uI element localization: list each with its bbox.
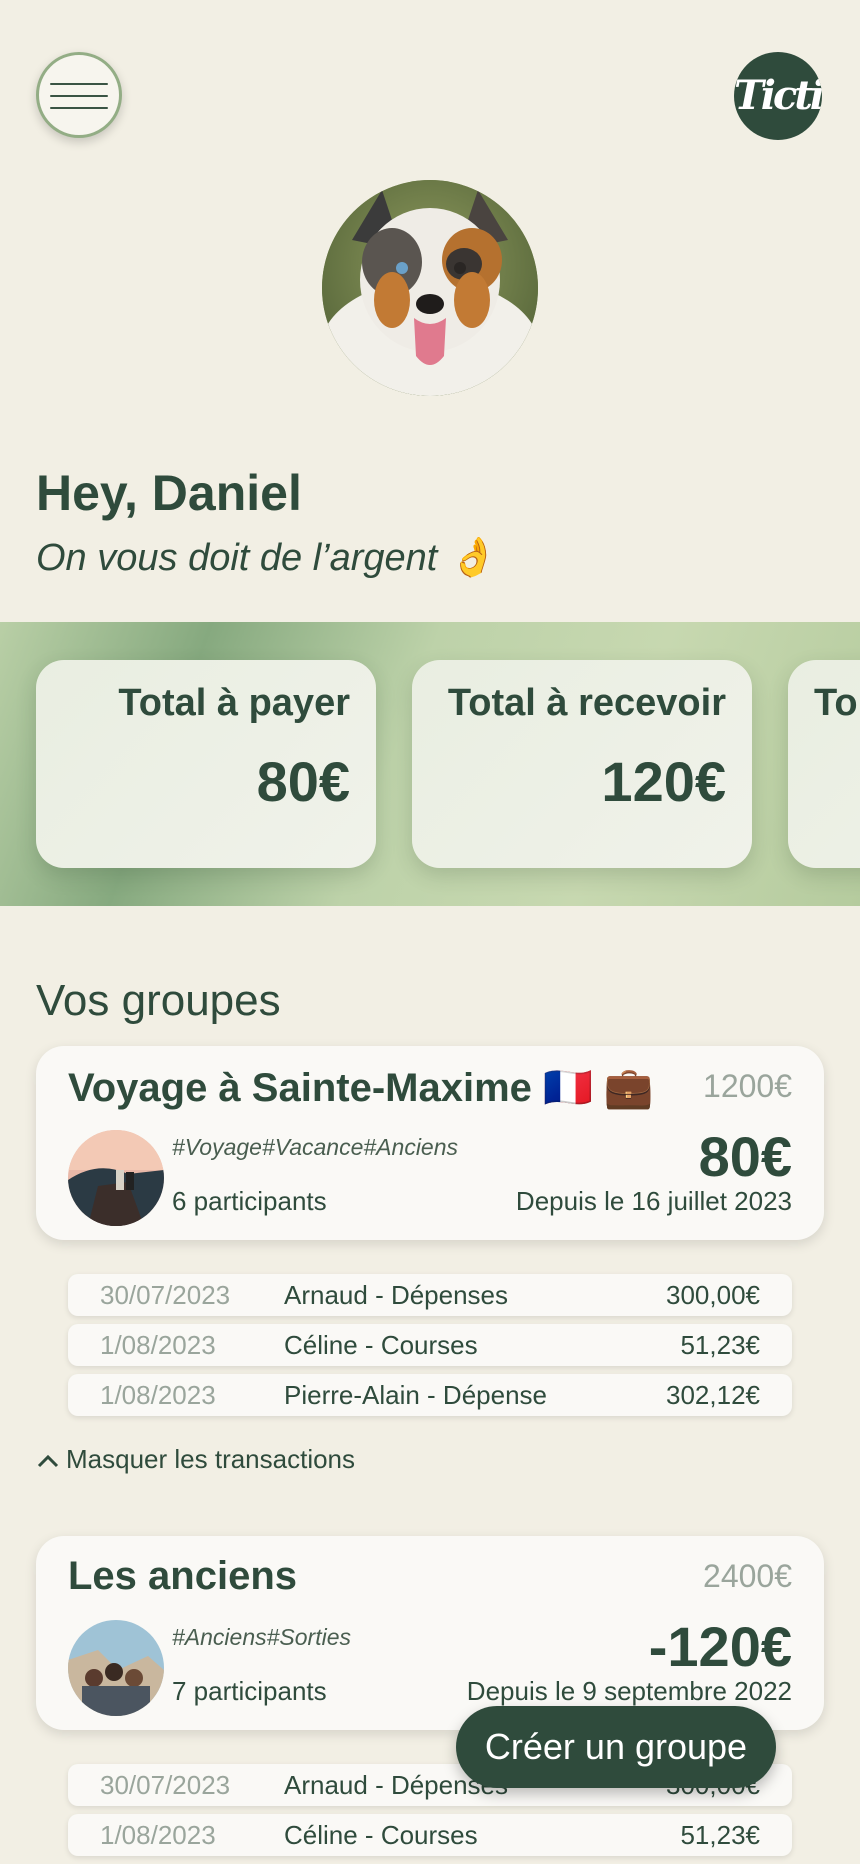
transaction-amount: 51,23€ [680, 1330, 760, 1360]
group-card[interactable]: Les anciens 2400€ #Anciens#Sorties 7 par… [36, 1536, 824, 1730]
group-tags: #Anciens#Sorties [172, 1624, 351, 1650]
transaction-amount: 51,23€ [680, 1820, 760, 1850]
transaction-desc: Céline - Courses [284, 1820, 478, 1850]
transaction-desc: Céline - Courses [284, 1330, 478, 1360]
total-to-pay-card[interactable]: Total à payer 80€ [36, 660, 376, 868]
profile-avatar [322, 180, 538, 396]
transaction-row[interactable]: 1/08/2023 Pierre-Alain - Dépense 302,12€ [68, 1374, 792, 1416]
transaction-desc: Arnaud - Dépenses [284, 1280, 509, 1310]
stat-value: 120€ [601, 750, 726, 813]
group-image [68, 1620, 164, 1716]
transaction-date: 30/07/2023 [100, 1770, 231, 1800]
toggle-label: Masquer les transactions [66, 1444, 356, 1474]
group-card[interactable]: Voyage à Sainte-Maxime 🇫🇷 💼 1200€ #Voyag… [36, 1046, 824, 1240]
group-since: Depuis le 9 septembre 2022 [466, 1676, 792, 1706]
transaction-date: 1/08/2023 [100, 1380, 216, 1410]
transaction-amount: 300,00€ [666, 1280, 760, 1310]
group-balance: 80€ [698, 1125, 792, 1188]
create-group-button[interactable]: Créer un groupe [456, 1706, 776, 1788]
group-name: Les anciens [68, 1554, 298, 1598]
group-participants: 7 participants [172, 1676, 327, 1706]
transaction-date: 1/08/2023 [100, 1330, 216, 1360]
transaction-row[interactable]: 30/07/2023 Arnaud - Dépenses 300,00€ [68, 1274, 792, 1316]
menu-button[interactable] [36, 52, 122, 138]
brand-logo[interactable]: Tictic [734, 52, 822, 140]
group-name: Voyage à Sainte-Maxime 🇫🇷 💼 [68, 1066, 654, 1110]
transaction-date: 1/08/2023 [100, 1820, 216, 1850]
transaction-row[interactable]: 1/08/2023 Céline - Courses 51,23€ [68, 1324, 792, 1366]
stat-value: 80€ [256, 750, 350, 813]
stats-carousel[interactable]: Total à payer 80€ Total à recevoir 120€ … [0, 622, 860, 906]
transaction-desc: Pierre-Alain - Dépense [284, 1380, 548, 1410]
group-tags: #Voyage#Vacance#Anciens [172, 1134, 459, 1160]
group-total: 1200€ [703, 1068, 792, 1104]
balance-subtitle: On vous doit de l’argent 👌 [36, 537, 496, 579]
stat-label: Total à recevoir [447, 682, 726, 724]
group-total: 2400€ [703, 1558, 792, 1594]
group-participants: 6 participants [172, 1186, 327, 1216]
hamburger-icon [50, 83, 108, 85]
transaction-row[interactable]: 1/08/2023 Céline - Courses 51,23€ [68, 1814, 792, 1856]
transaction-date: 30/07/2023 [100, 1280, 231, 1310]
hide-transactions-toggle[interactable]: Masquer les transactions [36, 1444, 355, 1475]
stat-label: Total à payer [118, 682, 350, 724]
stat-card-partial[interactable]: To [788, 660, 860, 868]
transaction-amount: 302,12€ [666, 1380, 760, 1410]
total-to-receive-card[interactable]: Total à recevoir 120€ [412, 660, 752, 868]
group-since: Depuis le 16 juillet 2023 [515, 1186, 792, 1216]
greeting-title: Hey, Daniel [36, 465, 302, 521]
group-image [68, 1130, 164, 1226]
groups-section-title: Vos groupes [36, 976, 281, 1025]
group-balance: -120€ [648, 1615, 792, 1678]
stat-label: To [814, 682, 858, 724]
chevron-up-icon [37, 1455, 59, 1468]
